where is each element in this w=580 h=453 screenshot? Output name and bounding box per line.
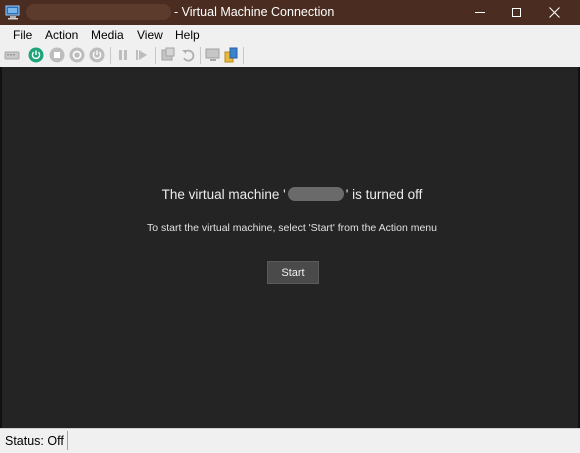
reset-icon[interactable] xyxy=(134,47,150,63)
vm-console[interactable]: The virtual machine ' ' is turned off To … xyxy=(0,67,580,428)
menu-help[interactable]: Help xyxy=(175,28,200,42)
toolbar-separator xyxy=(155,47,156,64)
minimize-button[interactable] xyxy=(462,0,498,25)
share-icon[interactable] xyxy=(223,47,239,63)
minimize-icon xyxy=(475,12,485,13)
maximize-icon xyxy=(511,8,521,17)
checkpoint-icon[interactable] xyxy=(160,47,176,63)
maximize-button[interactable] xyxy=(498,0,534,25)
close-icon xyxy=(548,7,560,18)
toolbar-separator xyxy=(243,47,244,64)
status-bar: Status: Off xyxy=(0,428,580,453)
vm-connection-window: - Virtual Machine Connection File Action… xyxy=(0,0,580,453)
start-button[interactable]: Start xyxy=(267,261,319,284)
shut-down-icon[interactable] xyxy=(69,47,85,63)
turn-off-icon[interactable] xyxy=(49,47,65,63)
start-hint-text: To start the virtual machine, select 'St… xyxy=(147,222,437,234)
menu-file[interactable]: File xyxy=(13,28,32,42)
vm-off-suffix: ' is turned off xyxy=(345,187,423,202)
vm-off-message: The virtual machine ' ' is turned off xyxy=(2,187,580,202)
close-button[interactable] xyxy=(536,0,572,25)
vm-off-prefix: The virtual machine ' xyxy=(161,187,286,202)
ctrl-alt-del-icon[interactable] xyxy=(4,47,20,63)
start-icon[interactable] xyxy=(28,47,44,63)
window-title: - Virtual Machine Connection xyxy=(174,5,335,19)
toolbar xyxy=(0,44,580,67)
pause-icon[interactable] xyxy=(115,47,131,63)
status-text: Status: Off xyxy=(5,434,64,448)
menu-media[interactable]: Media xyxy=(91,28,124,42)
menu-action[interactable]: Action xyxy=(45,28,78,42)
toolbar-separator xyxy=(200,47,201,64)
menu-view[interactable]: View xyxy=(137,28,163,42)
menu-bar: File Action Media View Help xyxy=(0,25,580,44)
redacted-vm-name xyxy=(26,4,171,20)
hyperv-app-icon xyxy=(5,5,20,20)
toolbar-separator xyxy=(110,47,111,64)
save-icon[interactable] xyxy=(89,47,105,63)
redacted-vm-name-inline xyxy=(287,187,344,201)
enhanced-session-icon[interactable] xyxy=(205,47,221,63)
revert-icon[interactable] xyxy=(180,47,196,63)
title-bar[interactable]: - Virtual Machine Connection xyxy=(0,0,580,25)
status-separator xyxy=(67,431,68,450)
